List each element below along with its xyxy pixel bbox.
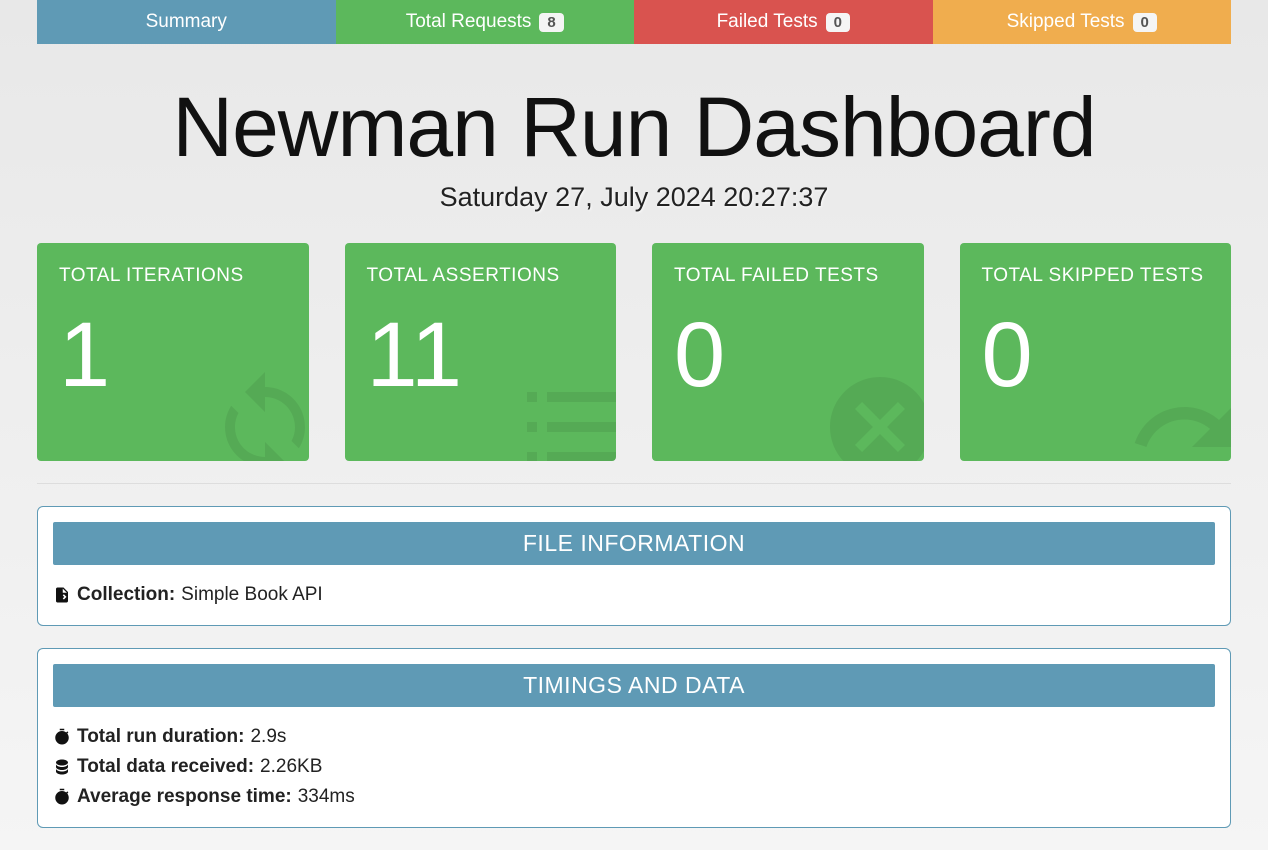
failed-count-badge: 0 (826, 13, 850, 32)
info-label: Average response time: (77, 786, 292, 808)
panel-heading: FILE INFORMATION (53, 522, 1215, 565)
info-label: Total run duration: (77, 726, 244, 748)
timings-panel: TIMINGS AND DATA Total run duration: 2.9… (37, 648, 1231, 828)
skipped-count-badge: 0 (1133, 13, 1157, 32)
file-information-panel: FILE INFORMATION Collection: Simple Book… (37, 506, 1231, 626)
summary-cards: TOTAL ITERATIONS 1 TOTAL ASSERTIONS 11 T… (37, 243, 1231, 484)
info-value: 2.9s (250, 726, 286, 748)
info-label: Collection: (77, 584, 175, 606)
card-total-iterations: TOTAL ITERATIONS 1 (37, 243, 309, 461)
info-value: 334ms (298, 786, 355, 808)
tab-label: Summary (146, 11, 227, 33)
nav-tabs: Summary Total Requests 8 Failed Tests 0 … (37, 0, 1231, 44)
card-label: TOTAL ASSERTIONS (367, 265, 595, 287)
avg-response-row: Average response time: 334ms (53, 786, 1215, 808)
info-label: Total data received: (77, 756, 254, 778)
info-value: 2.26KB (260, 756, 322, 778)
duration-row: Total run duration: 2.9s (53, 726, 1215, 748)
card-label: TOTAL SKIPPED TESTS (982, 265, 1210, 287)
tab-failed-tests[interactable]: Failed Tests 0 (634, 0, 933, 44)
run-timestamp: Saturday 27, July 2024 20:27:37 (37, 182, 1231, 213)
requests-count-badge: 8 (539, 13, 563, 32)
info-value: Simple Book API (181, 584, 323, 606)
card-label: TOTAL ITERATIONS (59, 265, 287, 287)
tab-skipped-tests[interactable]: Skipped Tests 0 (933, 0, 1232, 44)
tab-total-requests[interactable]: Total Requests 8 (336, 0, 635, 44)
tab-label: Total Requests (406, 11, 532, 33)
card-label: TOTAL FAILED TESTS (674, 265, 902, 287)
collection-row: Collection: Simple Book API (53, 584, 1215, 606)
tab-label: Skipped Tests (1007, 11, 1125, 33)
stopwatch-icon (53, 728, 71, 746)
card-total-assertions: TOTAL ASSERTIONS 11 (345, 243, 617, 461)
panel-heading: TIMINGS AND DATA (53, 664, 1215, 707)
error-circle-icon (820, 367, 924, 461)
card-total-skipped: TOTAL SKIPPED TESTS 0 (960, 243, 1232, 461)
file-code-icon (53, 586, 71, 604)
stopwatch-icon (53, 788, 71, 806)
refresh-icon (205, 367, 309, 461)
tab-summary[interactable]: Summary (37, 0, 336, 44)
tab-label: Failed Tests (717, 11, 818, 33)
data-received-row: Total data received: 2.26KB (53, 756, 1215, 778)
database-icon (53, 758, 71, 776)
card-total-failed: TOTAL FAILED TESTS 0 (652, 243, 924, 461)
redo-icon (1127, 367, 1231, 461)
checklist-icon (512, 367, 616, 461)
page-title: Newman Run Dashboard (37, 79, 1231, 176)
